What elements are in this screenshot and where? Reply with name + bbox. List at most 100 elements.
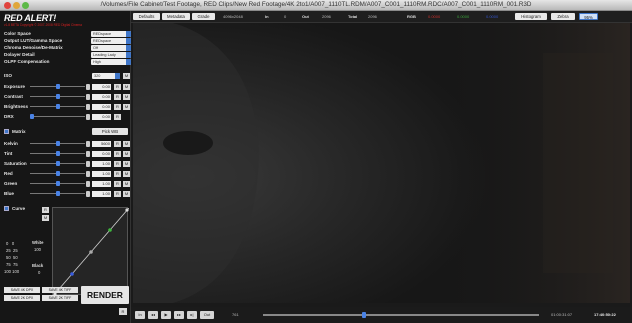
drx-slider[interactable] [30, 114, 85, 119]
render-button[interactable]: RENDER [81, 286, 129, 304]
save-4k-dpx-button[interactable]: SAVE 4K DPX [4, 287, 40, 293]
blue-m-button[interactable]: M [123, 191, 130, 197]
tint-stepper[interactable] [86, 151, 90, 157]
exposure-value[interactable]: 0.00 [92, 84, 111, 90]
out-point-button[interactable]: Out [200, 311, 214, 319]
blue-value[interactable]: 1.00 [92, 191, 111, 197]
curve-point-low[interactable] [70, 272, 74, 276]
tint-m-button[interactable]: M [123, 151, 130, 157]
video-viewer[interactable] [133, 23, 630, 303]
iso-m-button[interactable]: M [123, 73, 130, 79]
metadata-button[interactable]: Metadata [162, 13, 190, 20]
slider-knob[interactable] [56, 181, 60, 186]
zebra-button[interactable]: Zebra [551, 13, 575, 20]
curve-toggle-checkbox[interactable] [4, 206, 9, 211]
tint-slider[interactable] [30, 151, 85, 156]
blue-slider[interactable] [30, 191, 85, 196]
brightness-m-button[interactable]: M [123, 104, 130, 110]
slider-knob[interactable] [56, 141, 60, 146]
curve-m-button[interactable]: M [42, 215, 49, 221]
timeline-track[interactable] [263, 312, 539, 318]
exposure-stepper[interactable] [86, 84, 90, 90]
slider-knob[interactable] [56, 94, 60, 99]
dolayer-detail-select[interactable]: Leading Lady [91, 52, 131, 58]
chroma-denoise-select[interactable]: Off [91, 45, 131, 51]
green-value[interactable]: 1.00 [92, 181, 111, 187]
drx-reset-button[interactable]: R [114, 114, 121, 120]
contrast-m-button[interactable]: M [123, 94, 130, 100]
kelvin-slider[interactable] [30, 141, 85, 146]
curve-white-value[interactable]: 100 [34, 247, 41, 252]
brightness-reset-button[interactable]: R [114, 104, 121, 110]
red-slider[interactable] [30, 171, 85, 176]
saturation-reset-button[interactable]: R [114, 161, 121, 167]
green-m-button[interactable]: M [123, 181, 130, 187]
curve-reset-button[interactable]: R [42, 207, 49, 213]
red-reset-button[interactable]: R [114, 171, 121, 177]
histogram-button[interactable]: Histogram [515, 13, 547, 20]
red-value[interactable]: 1.00 [92, 171, 111, 177]
curve-point-high[interactable] [108, 228, 112, 232]
color-space-select[interactable]: REDspace [91, 31, 131, 37]
curve-black-value[interactable]: 0 [38, 270, 40, 275]
save-2k-tiff-button[interactable]: SAVE 2K TIFF [42, 295, 78, 301]
contrast-reset-button[interactable]: R [114, 94, 121, 100]
rewind-icon[interactable]: ◂◂ [148, 311, 158, 319]
curve-point-white[interactable] [125, 208, 129, 212]
brightness-value[interactable]: 0.00 [92, 104, 111, 110]
tint-reset-button[interactable]: R [114, 151, 121, 157]
drx-value[interactable]: 0.00 [92, 114, 111, 120]
contrast-stepper[interactable] [86, 94, 90, 100]
grade-button[interactable]: Grade [192, 13, 215, 20]
blue-stepper[interactable] [86, 191, 90, 197]
corner-r-button[interactable]: R [119, 308, 127, 315]
curve-editor[interactable] [52, 207, 130, 297]
iso-select[interactable]: 320 [92, 73, 120, 79]
slider-knob[interactable] [56, 161, 60, 166]
contrast-value[interactable]: 0.00 [92, 94, 111, 100]
slider-knob[interactable] [56, 104, 60, 109]
green-slider[interactable] [30, 181, 85, 186]
contrast-slider[interactable] [30, 94, 85, 99]
green-reset-button[interactable]: R [114, 181, 121, 187]
red-m-button[interactable]: M [123, 171, 130, 177]
timeline-playhead[interactable] [362, 312, 366, 318]
saturation-slider[interactable] [30, 161, 85, 166]
saturation-stepper[interactable] [86, 161, 90, 167]
matrix-toggle-checkbox[interactable] [4, 129, 9, 134]
defaults-button[interactable]: Defaults [133, 13, 160, 20]
curve-point-mid[interactable] [89, 250, 93, 254]
kelvin-value[interactable]: 5600 [92, 141, 111, 147]
save-4k-tiff-button[interactable]: SAVE 4K TIFF [42, 287, 78, 293]
save-2k-dpx-button[interactable]: SAVE 2K DPX [4, 295, 40, 301]
brightness-slider[interactable] [30, 104, 85, 109]
fast-forward-icon[interactable]: ▸▸ [174, 311, 184, 319]
slider-knob[interactable] [56, 84, 60, 89]
exposure-reset-button[interactable]: R [114, 84, 121, 90]
zoom-select[interactable]: 95% [579, 13, 598, 20]
play-icon[interactable]: ▶ [161, 311, 171, 319]
kelvin-m-button[interactable]: M [123, 141, 130, 147]
red-stepper[interactable] [86, 171, 90, 177]
slider-knob[interactable] [56, 171, 60, 176]
slider-knob[interactable] [56, 151, 60, 156]
pick-wb-button[interactable]: Pick WB [92, 128, 128, 135]
brightness-stepper[interactable] [86, 104, 90, 110]
slider-knob[interactable] [30, 114, 34, 119]
blue-reset-button[interactable]: R [114, 191, 121, 197]
saturation-value[interactable]: 1.00 [92, 161, 111, 167]
green-stepper[interactable] [86, 181, 90, 187]
saturation-m-button[interactable]: M [123, 161, 130, 167]
kelvin-reset-button[interactable]: R [114, 141, 121, 147]
exposure-slider[interactable] [30, 84, 85, 89]
exposure-m-button[interactable]: M [123, 84, 130, 90]
tint-value[interactable]: 0.00 [92, 151, 111, 157]
curve-graph[interactable] [52, 207, 130, 297]
output-lut-select[interactable]: REDspace [91, 38, 131, 44]
drx-stepper[interactable] [86, 114, 90, 120]
kelvin-stepper[interactable] [86, 141, 90, 147]
olpf-select[interactable]: High [91, 59, 131, 65]
step-forward-icon[interactable]: ▸| [187, 311, 197, 319]
in-point-button[interactable]: In [135, 311, 145, 319]
slider-knob[interactable] [56, 191, 60, 196]
